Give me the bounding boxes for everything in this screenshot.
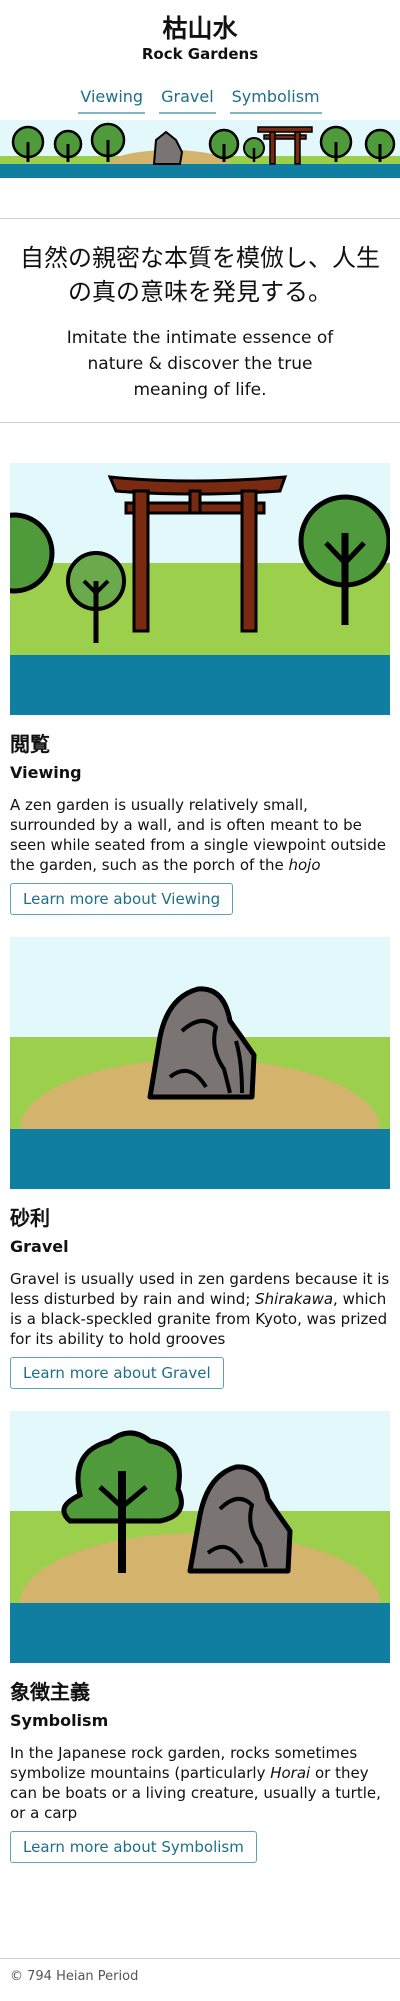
nav-link-symbolism[interactable]: Symbolism — [229, 86, 322, 114]
page: 枯山水 Rock Gardens Viewing Gravel Symbolis… — [0, 0, 400, 2001]
section-title-jp: 象徴主義 — [10, 1680, 90, 1704]
learn-more-viewing-button[interactable]: Learn more about Viewing — [10, 883, 234, 915]
section-title-en: Gravel — [10, 1237, 69, 1256]
intro-japanese: 自然の親密な本質を模倣し、人生の真の意味を発見する。 — [20, 244, 380, 306]
intro: 自然の親密な本質を模倣し、人生の真の意味を発見する。 Imitate the i… — [0, 218, 400, 423]
site-footer: © 794 Heian Period — [0, 1958, 400, 1994]
section-body: A zen garden is usually relatively small… — [10, 796, 386, 874]
nav-link-viewing[interactable]: Viewing — [78, 86, 146, 114]
banner-landscape — [0, 120, 400, 178]
site-header: 枯山水 Rock Gardens Viewing Gravel Symbolis… — [0, 0, 400, 114]
section-symbolism: 象徴主義 Symbolism In the Japanese rock gard… — [0, 1411, 400, 1863]
learn-more-gravel-button[interactable]: Learn more about Gravel — [10, 1357, 224, 1389]
site-subtitle: Rock Gardens — [141, 45, 259, 63]
section-viewing: 閲覧 Viewing A zen garden is usually relat… — [0, 463, 400, 915]
learn-more-symbolism-button[interactable]: Learn more about Symbolism — [10, 1831, 257, 1863]
gravel-illustration — [10, 937, 390, 1189]
main-nav: Viewing Gravel Symbolism — [0, 86, 400, 114]
nav-link-gravel[interactable]: Gravel — [159, 86, 216, 114]
viewing-illustration — [10, 463, 390, 715]
site-title: 枯山水 — [162, 14, 238, 43]
section-title-en: Symbolism — [10, 1711, 109, 1730]
section-title-jp: 閲覧 — [10, 732, 50, 756]
section-gravel: 砂利 Gravel Gravel is usually used in zen … — [0, 937, 400, 1389]
section-body: In the Japanese rock garden, rocks somet… — [10, 1744, 381, 1822]
section-title-en: Viewing — [10, 763, 82, 782]
section-body: Gravel is usually used in zen gardens be… — [10, 1270, 390, 1348]
section-title-jp: 砂利 — [10, 1206, 50, 1230]
footer-copyright: © 794 Heian Period — [10, 1969, 139, 1984]
intro-english: Imitate the intimate essence of nature &… — [66, 328, 334, 400]
symbolism-illustration — [10, 1411, 390, 1663]
